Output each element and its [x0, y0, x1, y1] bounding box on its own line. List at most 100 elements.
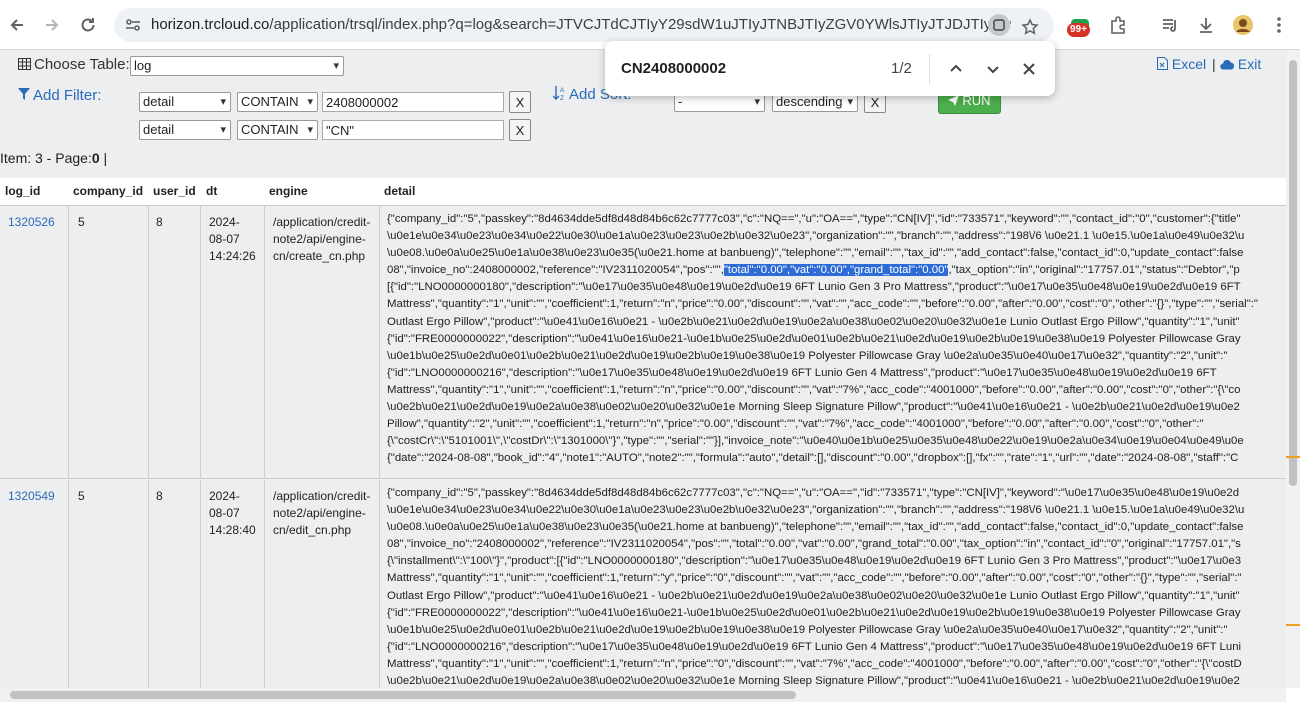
detail-line: {"company_id":"5","passkey":"8d4634dde5d… — [387, 213, 1241, 225]
detail-line: {"id":"LNO0000000216","description":"\u0… — [387, 640, 1242, 653]
detail-line: {"date":"2024-08-08","book_id":"4","note… — [387, 452, 1239, 465]
engine-line: note2/api/engine- — [273, 232, 366, 246]
filter-1-column-select[interactable]: detail ▾ — [139, 92, 231, 112]
detail-line: \u0e08.\u0e0a\u0e25\u0e1a\u0e38\u0e23\u0… — [387, 521, 1244, 534]
chevron-down-icon: ▾ — [847, 96, 853, 108]
filter-2-value-input[interactable]: "CN" — [322, 120, 504, 140]
cloud-icon — [1220, 57, 1235, 73]
column-divider — [148, 206, 149, 478]
log-id-link[interactable]: 1320526 — [8, 214, 55, 231]
detail-line: {"id":"LNO0000000216","description":"\u0… — [387, 366, 1217, 379]
sort-direction: descending — [776, 94, 843, 109]
detail-line: Mattress","quantity":"1","unit":"","coef… — [387, 298, 1258, 311]
filter-2-remove-button[interactable]: X — [509, 119, 531, 141]
site-info-icon[interactable] — [124, 16, 142, 34]
profile-icon[interactable] — [1231, 13, 1255, 37]
find-match-count: 1/2 — [891, 60, 912, 77]
col-header-log-id[interactable]: log_id — [5, 184, 40, 198]
address-bar[interactable]: horizon.trcloud.co/application/trsql/ind… — [114, 8, 1054, 42]
detail-line: \u0e08.\u0e0a\u0e25\u0e1a\u0e38\u0e23\u0… — [387, 247, 1244, 260]
link-separator: | — [1212, 56, 1216, 72]
bookmark-star-icon[interactable] — [1020, 17, 1040, 37]
choose-table-label: Choose Table: — [18, 56, 130, 74]
excel-link[interactable]: Excel — [1157, 56, 1206, 73]
vertical-scrollbar[interactable] — [1286, 50, 1300, 688]
detail-line: {"company_id":"5","passkey":"8d4634dde5d… — [387, 487, 1240, 499]
vertical-scroll-thumb[interactable] — [1289, 60, 1297, 486]
col-header-company-id[interactable]: company_id — [73, 184, 143, 198]
find-bar: CN2408000002 1/2 — [605, 41, 1055, 96]
chevron-down-icon: ▾ — [307, 96, 313, 108]
forward-icon[interactable] — [38, 11, 66, 39]
detail-line: \u0e1b\u0e25\u0e2d\u0e01\u0e2b\u0e21\u0e… — [387, 623, 1228, 636]
detail-line: \u0e2b\u0e21\u0e2d\u0e19\u0e2a\u0e38\u0e… — [387, 401, 1240, 414]
chevron-down-icon: ▾ — [333, 60, 339, 72]
column-divider — [200, 206, 201, 478]
filter-1-operator: CONTAIN — [241, 94, 299, 109]
reload-icon[interactable] — [74, 11, 102, 39]
table-select-value: log — [134, 58, 152, 73]
horizontal-scroll-thumb[interactable] — [10, 691, 796, 699]
cast-icon[interactable] — [988, 14, 1010, 36]
detail-line: Outlast Ergo Pillow","product":"\u0e41\u… — [387, 589, 1240, 602]
exit-link[interactable]: Exit — [1220, 56, 1261, 73]
detail-line: Mattress","quantity":"1","unit":"","coef… — [387, 572, 1242, 585]
add-filter-link[interactable]: Add Filter: — [18, 87, 101, 105]
back-icon[interactable] — [3, 11, 31, 39]
detail-line: {\"installment\":\"100\"}","product":[{"… — [387, 555, 1242, 568]
find-match-marker — [1286, 456, 1300, 458]
puzzle-icon[interactable] — [1106, 13, 1130, 37]
exit-text: Exit — [1237, 56, 1262, 72]
column-divider — [68, 206, 69, 478]
dt-line: 2024- — [209, 215, 240, 229]
column-divider — [379, 480, 380, 688]
detail-line: {\"costCr\":\"5101001\",\"costDr\":\"130… — [387, 435, 1244, 448]
detail-line: Pillow","quantity":"2","unit":"","coeffi… — [387, 418, 1204, 431]
detail-line: Mattress","quantity":"1","unit":"","coef… — [387, 657, 1242, 670]
svg-text:A: A — [560, 87, 565, 94]
col-header-detail[interactable]: detail — [384, 184, 415, 198]
url-host: horizon.trcloud.co — [151, 16, 270, 33]
find-query-input[interactable]: CN2408000002 — [621, 60, 726, 77]
chevron-down-icon: ▾ — [220, 124, 226, 136]
chevron-down-icon[interactable] — [980, 56, 1006, 82]
horizontal-scrollbar[interactable] — [0, 688, 1286, 702]
paper-plane-icon — [948, 95, 960, 106]
detail-line: 08","invoice_no":"2408000002","reference… — [387, 538, 1241, 551]
engine-line: /application/credit- — [273, 215, 371, 229]
filter-1-operator-select[interactable]: CONTAIN ▾ — [237, 92, 318, 112]
download-icon[interactable] — [1194, 13, 1218, 37]
media-icon[interactable] — [1158, 13, 1182, 37]
detail-line: Mattress","quantity":"1","unit":"","coef… — [387, 383, 1241, 396]
dt-line: 14:28:40 — [209, 523, 256, 537]
filter-2-operator-select[interactable]: CONTAIN ▾ — [237, 120, 318, 140]
company-id-cell: 5 — [78, 215, 85, 229]
col-header-engine[interactable]: engine — [269, 184, 308, 198]
chevron-up-icon[interactable] — [943, 56, 969, 82]
col-header-user-id[interactable]: user_id — [153, 184, 196, 198]
close-icon[interactable] — [1016, 56, 1042, 82]
app-content: Choose Table: log ▾ Add Filter: detail ▾ … — [0, 50, 1286, 688]
log-id-link[interactable]: 1320549 — [8, 488, 55, 505]
col-header-dt[interactable]: dt — [206, 184, 217, 198]
filter-1-value-input[interactable]: 2408000002 — [322, 92, 504, 112]
table-select[interactable]: log ▾ — [130, 56, 344, 76]
user-id-cell: 8 — [156, 489, 163, 503]
menu-icon[interactable] — [1267, 13, 1291, 37]
detail-line: 08","invoice_no":2408000002,"reference":… — [387, 264, 1240, 277]
find-highlight: "total":"0.00","vat":"0.00","grand_total… — [723, 264, 949, 277]
sort-column: - — [678, 94, 683, 109]
filter-2-column-select[interactable]: detail ▾ — [139, 120, 231, 140]
page-number: 0 — [91, 150, 100, 166]
find-match-marker — [1286, 624, 1300, 626]
engine-line: cn/edit_cn.php — [273, 523, 352, 537]
engine-cell: /application/credit- note2/api/engine- c… — [273, 488, 370, 539]
sort-icon: AZ — [552, 85, 567, 105]
filter-1-remove-button[interactable]: X — [509, 91, 531, 113]
engine-line: cn/create_cn.php — [273, 249, 366, 263]
detail-cell: {"company_id":"5","passkey":"8d4634dde5d… — [387, 211, 1286, 467]
detail-line-rest: ,"tax_option":"in","original":"17757.01"… — [948, 264, 1240, 277]
dt-line: 2024- — [209, 489, 240, 503]
table-row: 1320549 5 8 2024- 08-07 14:28:40 /applic… — [0, 480, 1286, 688]
chevron-down-icon: ▾ — [220, 96, 226, 108]
